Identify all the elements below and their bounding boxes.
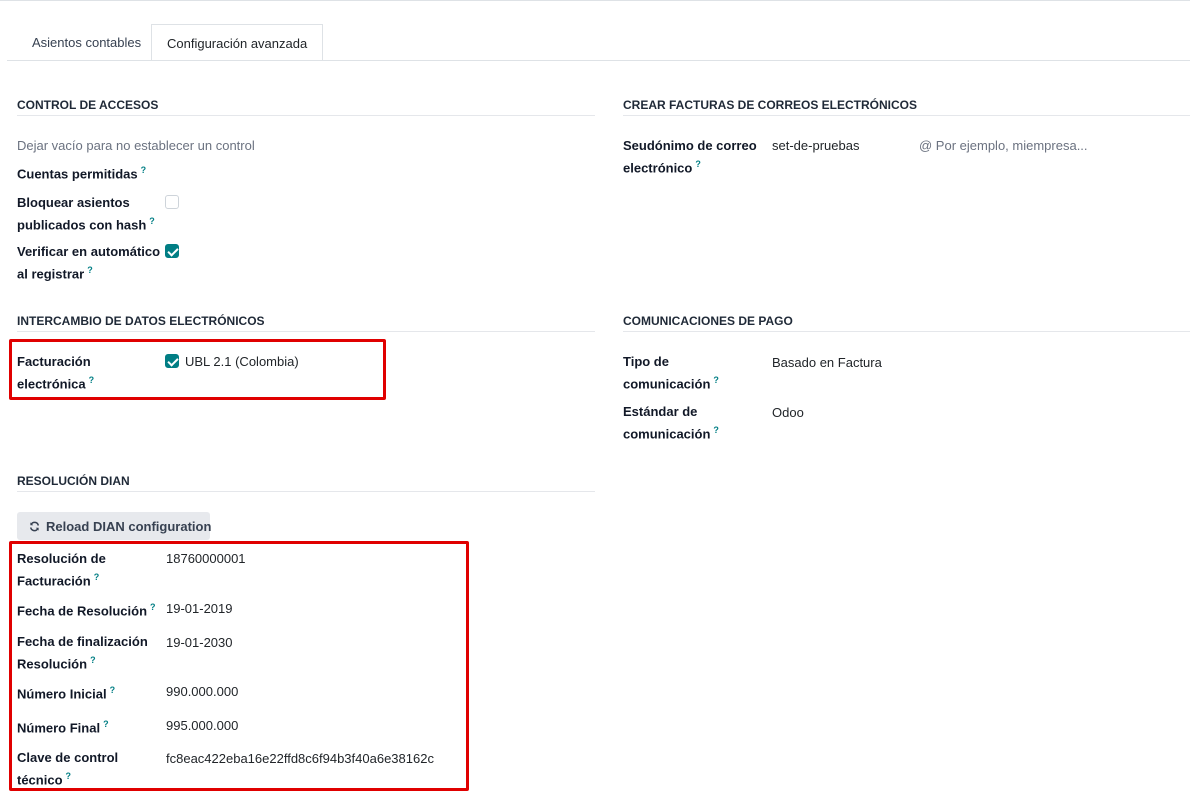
allowed-accounts-hint: Dejar vacío para no establecer un contro… (17, 138, 255, 153)
help-icon[interactable]: ? (90, 655, 96, 665)
tab-configuracion-avanzada[interactable]: Configuración avanzada (151, 24, 324, 61)
label-line: electrónico (623, 160, 693, 176)
dian-resolution-input[interactable]: 18760000001 (166, 551, 246, 566)
edi-ubl-checkbox[interactable] (165, 354, 179, 368)
label-line: Resolución de (17, 551, 106, 566)
section-title-email-invoices: CREAR FACTURAS DE CORREOS ELECTRÓNICOS (623, 98, 918, 112)
help-icon[interactable]: ? (141, 165, 147, 175)
section-divider (623, 115, 1190, 116)
help-icon[interactable]: ? (94, 572, 100, 582)
section-divider (623, 331, 1190, 332)
dian-start-number-label: Número Inicial? (17, 681, 115, 703)
label-line: Seudónimo de correo (623, 138, 757, 153)
label-line: Fecha de finalización (17, 634, 148, 649)
payment-type-select[interactable]: Basado en Factura (772, 355, 882, 370)
dian-end-number-label: Número Final? (17, 715, 109, 737)
help-icon[interactable]: ? (66, 771, 72, 781)
dian-end-date-label: Fecha de finalización Resolución? (17, 632, 148, 673)
label-line: publicados con hash (17, 217, 147, 233)
payment-standard-label: Estándar de comunicación? (623, 402, 719, 443)
section-title-payment: COMUNICACIONES DE PAGO (623, 314, 793, 328)
section-title-dian: RESOLUCIÓN DIAN (17, 474, 130, 488)
section-title-access-control: CONTROL DE ACCESOS (17, 98, 159, 112)
section-divider (17, 491, 595, 492)
label-line: Resolución (17, 656, 88, 672)
refresh-icon (29, 521, 40, 532)
label-line: técnico (17, 772, 63, 788)
label-line: comunicación (623, 426, 711, 442)
email-alias-input[interactable]: set-de-pruebas (772, 138, 859, 153)
label-line: Tipo de (623, 354, 669, 369)
label-line: Verificar en automático (17, 244, 161, 259)
help-icon[interactable]: ? (150, 602, 156, 612)
dian-end-date-input[interactable]: 19-01-2030 (166, 635, 233, 650)
label-text: Cuentas permitidas (17, 166, 138, 182)
label-line: electrónica (17, 376, 86, 392)
label-text: Número Final (17, 720, 101, 736)
dian-resolution-label: Resolución de Facturación? (17, 549, 106, 590)
section-title-edi: INTERCAMBIO DE DATOS ELECTRÓNICOS (17, 314, 265, 328)
dian-resolution-date-input[interactable]: 19-01-2019 (166, 601, 233, 616)
help-icon[interactable]: ? (149, 216, 155, 226)
help-icon[interactable]: ? (695, 159, 701, 169)
email-domain-input[interactable]: @ Por ejemplo, miempresa... (919, 138, 1088, 153)
dian-tech-key-label: Clave de control técnico? (17, 748, 118, 789)
help-icon[interactable]: ? (110, 685, 116, 695)
button-label: Reload DIAN configuration (46, 519, 212, 534)
auto-verify-checkbox[interactable] (165, 244, 179, 258)
edi-ubl-option-label[interactable]: UBL 2.1 (Colombia) (185, 354, 299, 369)
label-line: Clave de control (17, 750, 119, 765)
label-line: comunicación (623, 376, 711, 392)
email-alias-label: Seudónimo de correo electrónico? (623, 136, 757, 177)
allowed-accounts-label: Cuentas permitidas? (17, 161, 146, 183)
payment-standard-select[interactable]: Odoo (772, 405, 804, 420)
help-icon[interactable]: ? (87, 265, 93, 275)
dian-end-number-input[interactable]: 995.000.000 (166, 718, 238, 733)
lock-hash-checkbox[interactable] (165, 195, 179, 209)
label-line: al registrar (17, 266, 85, 282)
label-text: Fecha de Resolución (17, 603, 148, 619)
section-divider (17, 331, 595, 332)
tab-asientos-contables[interactable]: Asientos contables (17, 24, 156, 61)
lock-hash-label: Bloquear asientos publicados con hash? (17, 193, 155, 234)
label-line: Facturación (17, 354, 91, 369)
dian-resolution-date-label: Fecha de Resolución? (17, 598, 156, 620)
tabs-divider (7, 60, 1190, 61)
dian-tech-key-input[interactable]: fc8eac422eba16e22ffd8c6f94b3f40a6e38162c (166, 751, 434, 766)
top-border (0, 0, 1190, 1)
reload-dian-button[interactable]: Reload DIAN configuration (17, 512, 212, 540)
section-divider (17, 115, 595, 116)
dian-start-number-input[interactable]: 990.000.000 (166, 684, 238, 699)
edi-format-label: Facturación electrónica? (17, 352, 94, 393)
help-icon[interactable]: ? (89, 375, 95, 385)
help-icon[interactable]: ? (713, 425, 719, 435)
auto-verify-label: Verificar en automático al registrar? (17, 242, 160, 283)
help-icon[interactable]: ? (713, 375, 719, 385)
label-line: Estándar de (623, 404, 698, 419)
label-line: Bloquear asientos (17, 195, 130, 210)
label-line: Facturación (17, 573, 91, 589)
label-text: Número Inicial (17, 686, 107, 702)
help-icon[interactable]: ? (103, 719, 109, 729)
payment-type-label: Tipo de comunicación? (623, 352, 719, 393)
